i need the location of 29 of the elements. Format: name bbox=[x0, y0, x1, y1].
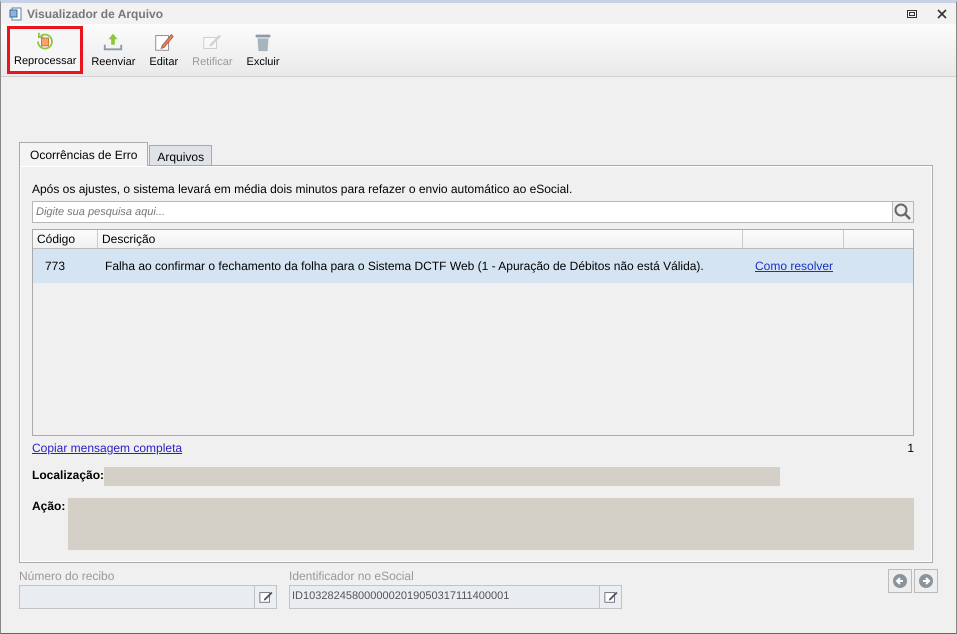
tab[interactable]: Ocorrências de Erro bbox=[19, 142, 148, 166]
copy-message-link[interactable]: Copiar mensagem completa bbox=[32, 441, 182, 455]
description-cell-text: Falha ao confirmar o fechamento da folha para o Sistema DCTF Web (1 - Apuração de Débitos não está Válida). bbox=[104, 259, 705, 273]
edit-icon bbox=[152, 31, 175, 53]
reprocess-button[interactable]: Reprocessar bbox=[7, 26, 84, 74]
code-cell-text: 773 bbox=[44, 259, 66, 273]
restore-icon[interactable] bbox=[906, 8, 918, 20]
detail-label: Localização: bbox=[32, 467, 102, 482]
edit-button[interactable]: Editar bbox=[143, 26, 184, 74]
next-button[interactable] bbox=[914, 569, 938, 593]
upload-icon bbox=[102, 31, 124, 53]
how-to-fix-link[interactable]: Como resolver bbox=[745, 259, 847, 273]
search-field[interactable]: Digite sua pesquisa aqui... bbox=[32, 201, 892, 223]
field-label: Número do recibo bbox=[19, 569, 116, 583]
delete-button[interactable]: Excluir bbox=[240, 26, 286, 74]
upload-button[interactable]: Reenviar bbox=[85, 26, 142, 74]
column-header: Código bbox=[33, 230, 98, 248]
table-row[interactable]: 773 Falha ao confirmar o fechamento da folha para o Sistema DCTF Web (1 - Apuração de Débitos não está Válida). Como resolver bbox=[33, 249, 913, 283]
close-icon[interactable] bbox=[936, 8, 948, 20]
detail-label: Ação: bbox=[32, 498, 66, 513]
notice-text: Após os ajustes, o sistema levará em média dois minutos para refazer o envio automático ao eSocial. bbox=[32, 182, 574, 196]
document-icon bbox=[9, 6, 23, 20]
search-icon[interactable] bbox=[892, 201, 914, 223]
row-count: 1 bbox=[907, 441, 914, 455]
column-header: Descrição bbox=[98, 230, 743, 248]
tab[interactable]: Arquivos bbox=[149, 145, 212, 165]
window-title: Visualizador de Arquivo bbox=[27, 6, 164, 20]
previous-button[interactable] bbox=[888, 569, 912, 593]
field-label: Identificador no eSocial bbox=[289, 569, 415, 583]
